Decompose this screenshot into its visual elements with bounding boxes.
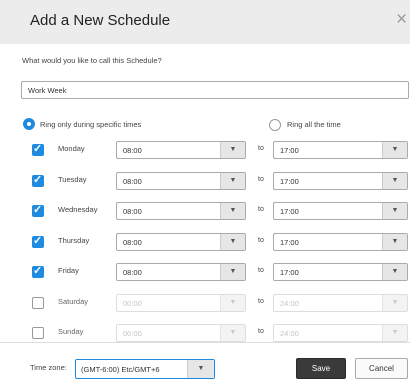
end-time-select[interactable]: 17:00 ▼: [273, 233, 408, 251]
start-time-select[interactable]: 08:00 ▼: [116, 263, 246, 281]
to-label: to: [258, 145, 264, 152]
close-icon[interactable]: ×: [396, 10, 407, 29]
chevron-down-icon[interactable]: ▼: [382, 173, 407, 189]
time-zone-select[interactable]: (GMT-6:00) Etc/GMT+6 ▼: [75, 359, 215, 379]
end-time-value: 24:00: [280, 329, 299, 338]
day-label: Wednesday: [58, 205, 98, 214]
dialog-title: Add a New Schedule: [30, 12, 171, 29]
day-checkbox-friday[interactable]: [32, 264, 44, 278]
day-checkbox-tuesday[interactable]: [32, 173, 44, 187]
chevron-down-icon[interactable]: ▼: [220, 234, 245, 250]
end-time-value: 17:00: [280, 268, 299, 277]
day-label: Monday: [58, 144, 85, 153]
start-time-select[interactable]: 08:00 ▼: [116, 233, 246, 251]
day-label: Tuesday: [58, 175, 87, 184]
chevron-down-icon[interactable]: ▼: [220, 142, 245, 158]
end-time-select[interactable]: 17:00 ▼: [273, 202, 408, 220]
day-label: Thursday: [58, 236, 90, 245]
day-checkbox-saturday[interactable]: [32, 297, 44, 309]
time-zone-value: (GMT-6:00) Etc/GMT+6: [81, 365, 160, 374]
to-label: to: [258, 176, 264, 183]
start-time-value: 08:00: [123, 268, 142, 277]
start-time-value: 00:00: [123, 329, 142, 338]
chevron-down-icon[interactable]: ▼: [382, 234, 407, 250]
end-time-select[interactable]: 17:00 ▼: [273, 141, 408, 159]
schedule-name-input[interactable]: [21, 81, 409, 99]
start-time-select: 00:00 ▼: [116, 294, 246, 312]
to-label: to: [258, 298, 264, 305]
chevron-down-icon[interactable]: ▼: [382, 142, 407, 158]
start-time-value: 08:00: [123, 238, 142, 247]
radio-ring-all-time-label: Ring all the time: [287, 120, 341, 129]
start-time-value: 08:00: [123, 207, 142, 216]
end-time-select[interactable]: 17:00 ▼: [273, 263, 408, 281]
radio-specific-times[interactable]: [23, 118, 35, 130]
chevron-down-icon[interactable]: ▼: [187, 360, 214, 378]
chevron-down-icon[interactable]: ▼: [382, 264, 407, 280]
chevron-down-icon[interactable]: ▼: [220, 203, 245, 219]
cancel-button[interactable]: Cancel: [355, 358, 408, 379]
time-zone-label: Time zone:: [30, 363, 67, 372]
radio-specific-times-label: Ring only during specific times: [40, 120, 142, 129]
day-checkbox-sunday[interactable]: [32, 327, 44, 339]
to-label: to: [258, 206, 264, 213]
end-time-value: 17:00: [280, 177, 299, 186]
day-label: Saturday: [58, 297, 89, 306]
start-time-value: 08:00: [123, 177, 142, 186]
chevron-down-icon: ▼: [220, 295, 245, 311]
start-time-select[interactable]: 08:00 ▼: [116, 141, 246, 159]
end-time-select[interactable]: 17:00 ▼: [273, 172, 408, 190]
end-time-value: 17:00: [280, 146, 299, 155]
day-label: Friday: [58, 266, 79, 275]
start-time-select[interactable]: 08:00 ▼: [116, 172, 246, 190]
chevron-down-icon[interactable]: ▼: [220, 264, 245, 280]
to-label: to: [258, 237, 264, 244]
start-time-select[interactable]: 08:00 ▼: [116, 202, 246, 220]
end-time-select: 24:00 ▼: [273, 294, 408, 312]
save-button[interactable]: Save: [296, 358, 346, 379]
end-time-value: 17:00: [280, 207, 299, 216]
day-checkbox-wednesday[interactable]: [32, 203, 44, 217]
schedule-name-prompt: What would you like to call this Schedul…: [22, 56, 162, 65]
chevron-down-icon[interactable]: ▼: [220, 173, 245, 189]
chevron-down-icon: ▼: [220, 325, 245, 341]
day-label: Sunday: [58, 327, 84, 336]
dialog-title-bar: Add a New Schedule ×: [0, 0, 410, 44]
start-time-value: 00:00: [123, 299, 142, 308]
day-checkbox-monday[interactable]: [32, 142, 44, 156]
radio-ring-all-time[interactable]: [269, 119, 281, 131]
chevron-down-icon[interactable]: ▼: [382, 203, 407, 219]
start-time-select: 00:00 ▼: [116, 324, 246, 342]
end-time-select: 24:00 ▼: [273, 324, 408, 342]
day-checkbox-thursday[interactable]: [32, 234, 44, 248]
to-label: to: [258, 267, 264, 274]
end-time-value: 24:00: [280, 299, 299, 308]
chevron-down-icon: ▼: [382, 325, 407, 341]
end-time-value: 17:00: [280, 238, 299, 247]
to-label: to: [258, 328, 264, 335]
start-time-value: 08:00: [123, 146, 142, 155]
chevron-down-icon: ▼: [382, 295, 407, 311]
